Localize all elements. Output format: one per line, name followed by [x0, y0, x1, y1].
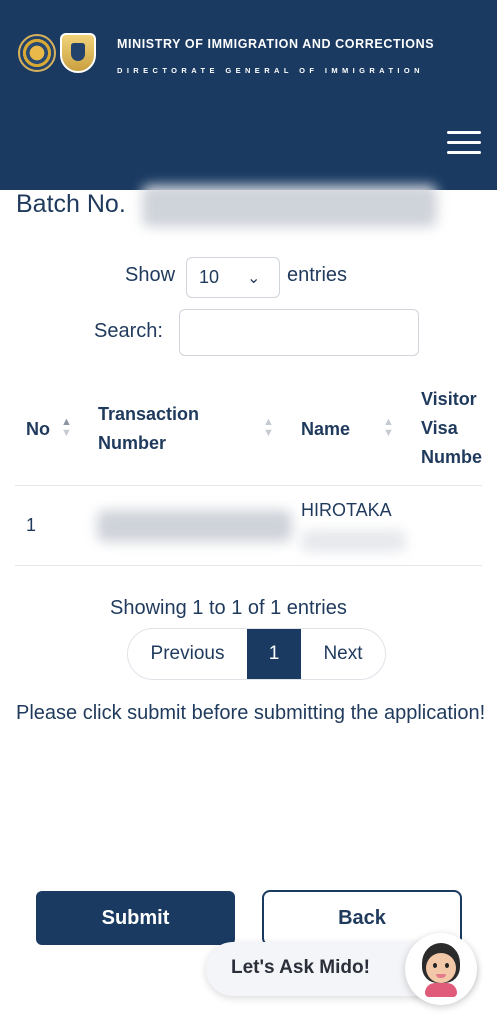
assistant-avatar-icon[interactable] [405, 933, 477, 1005]
search-input[interactable] [179, 309, 419, 356]
submit-notice: Please click submit before submitting th… [16, 702, 486, 724]
hamburger-icon[interactable] [447, 131, 483, 155]
sort-icon[interactable]: ▲ ▼ [383, 417, 394, 439]
column-header-visitor-visa-number[interactable]: Visitor Visa Number [421, 385, 482, 472]
previous-page-button[interactable]: Previous [128, 629, 247, 679]
next-page-button[interactable]: Next [301, 629, 385, 679]
submit-button[interactable]: Submit [36, 891, 235, 945]
emblem-icon [18, 34, 56, 72]
immigration-badge-icon [60, 33, 96, 73]
directorate-subtitle: DIRECTORATE GENERAL OF IMMIGRATION [117, 66, 424, 75]
pagination-info: Showing 1 to 1 of 1 entries [110, 597, 347, 619]
column-header-transaction-number[interactable]: Transaction Number [98, 400, 248, 458]
redacted-batch-number [142, 185, 437, 227]
row-number: 1 [26, 515, 37, 535]
chat-widget-label: Let's Ask Mido! [231, 957, 370, 978]
search-label: Search: [94, 320, 163, 342]
batch-label: Batch No. [16, 190, 126, 218]
sort-icon[interactable]: ▲ ▼ [61, 417, 72, 439]
chevron-down-icon: ⌄ [247, 270, 261, 287]
page-1-button[interactable]: 1 [247, 629, 301, 679]
page-size-value: 10 [199, 267, 220, 287]
ministry-title: MINISTRY OF IMMIGRATION AND CORRECTIONS [117, 37, 435, 51]
site-header: MINISTRY OF IMMIGRATION AND CORRECTIONS … [0, 0, 497, 190]
row-name: HIROTAKA [301, 500, 392, 520]
column-header-name[interactable]: Name [301, 415, 350, 444]
page-size-select[interactable]: 10 ⌄ [186, 257, 280, 298]
header-divider [15, 485, 482, 486]
row-divider [15, 565, 482, 566]
pagination: Previous 1 Next [127, 628, 386, 680]
batch-table: No ▲ ▼ Transaction Number ▲ ▼ Name ▲ ▼ Visi… [15, 372, 482, 568]
redacted-surname [301, 530, 406, 552]
entries-label: entries [287, 264, 348, 286]
redacted-transaction-number [97, 510, 292, 542]
column-header-no[interactable]: No [26, 415, 50, 444]
sort-icon[interactable]: ▲ ▼ [263, 417, 274, 439]
show-label: Show [125, 264, 176, 286]
